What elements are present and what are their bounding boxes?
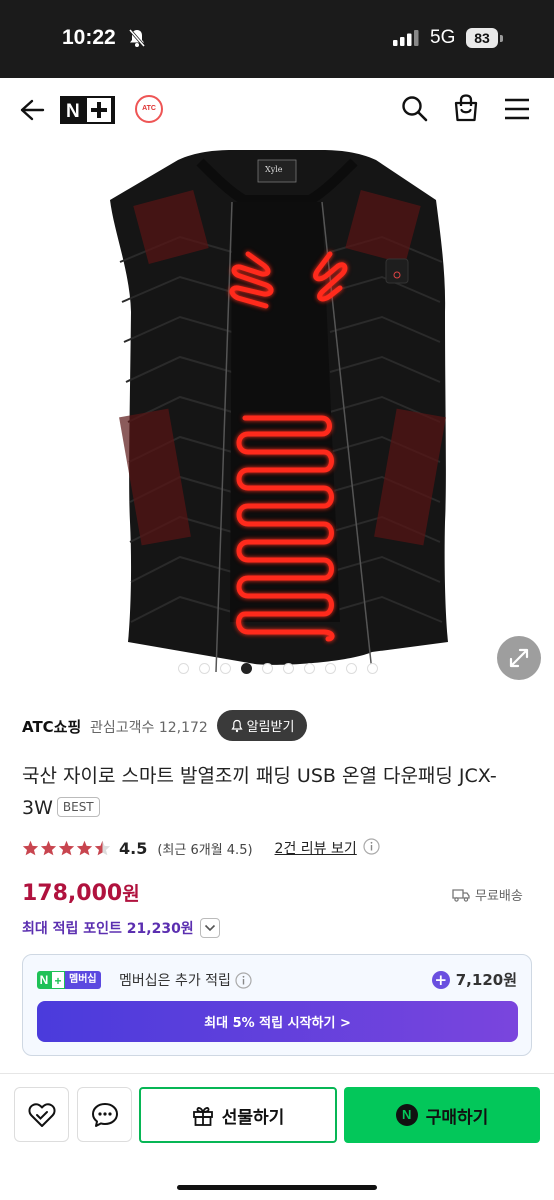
bottom-action-bar: 선물하기 N 구매하기	[0, 1073, 554, 1200]
arrow-left-icon	[20, 99, 45, 121]
carousel-dot[interactable]	[325, 663, 336, 674]
battery-tip	[500, 35, 503, 42]
status-bar: 10:22 5G 83	[0, 0, 554, 78]
carousel-dot[interactable]	[262, 663, 273, 674]
truck-icon	[452, 888, 470, 902]
naver-plus-logo[interactable]: N	[60, 96, 115, 128]
carousel-dot[interactable]	[178, 663, 189, 674]
wishlist-button[interactable]	[14, 1087, 69, 1142]
membership-text: 멤버십은 추가 적립	[119, 970, 252, 990]
gift-icon	[192, 1107, 213, 1126]
badge-n: N	[37, 971, 51, 989]
home-indicator	[177, 1185, 377, 1190]
alarm-label: 알림받기	[246, 720, 295, 735]
svg-text:N: N	[66, 101, 80, 122]
rating-recent: (최근 6개월 4.5)	[157, 842, 253, 858]
signal-icon	[393, 30, 419, 50]
info-icon[interactable]	[363, 837, 380, 859]
membership-text-label: 멤버십은 추가 적립	[119, 973, 231, 989]
membership-box: N + 멤버십 멤버십은 추가 적립 + 7,120원 최대 5% 적립 시작하…	[22, 954, 532, 1056]
cart-button[interactable]	[452, 93, 480, 127]
shopping-bag-icon	[454, 94, 478, 122]
carousel-dot[interactable]	[220, 663, 231, 674]
star-icon	[22, 840, 39, 856]
battery-indicator: 83	[466, 28, 498, 48]
bell-muted-icon	[127, 28, 147, 52]
info-icon[interactable]	[235, 971, 252, 989]
star-half-icon	[94, 840, 111, 856]
carousel-dot[interactable]	[199, 663, 210, 674]
price-unit: 원	[122, 883, 140, 905]
star-icon	[58, 840, 75, 856]
membership-extra-points: + 7,120원	[431, 969, 517, 990]
shipping-label: 무료배송	[475, 889, 523, 904]
product-title-block: 국산 자이로 스마트 발열조끼 패딩 USB 온열 다운패딩 JCX-3W BES…	[22, 760, 522, 824]
buy-label: 구매하기	[425, 1107, 489, 1128]
points-expand-button[interactable]	[199, 918, 220, 938]
points-label: 최대 적립 포인트 21,230원	[22, 921, 194, 937]
buy-button[interactable]: N 구매하기	[344, 1087, 540, 1143]
carousel-dot[interactable]	[283, 663, 294, 674]
interest-count: 관심고객수 12,172	[90, 720, 208, 736]
carousel-dot[interactable]	[367, 663, 378, 674]
max-points[interactable]: 최대 적립 포인트 21,230원	[22, 918, 220, 938]
plus-circle-icon: +	[431, 970, 450, 989]
carousel-dot[interactable]	[346, 663, 357, 674]
naver-plus-membership-badge: N + 멤버십	[37, 971, 101, 989]
carousel-dot[interactable]	[304, 663, 315, 674]
talk-button[interactable]	[77, 1087, 132, 1142]
shop-brand-logo[interactable]: ATC	[135, 95, 163, 123]
star-icon	[40, 840, 57, 856]
status-time: 10:22	[62, 26, 116, 49]
product-image-carousel[interactable]: Xyle	[0, 142, 554, 687]
rating-row: 4.5 (최근 6개월 4.5) 2건 리뷰 보기	[22, 836, 380, 860]
price: 178,000원	[22, 879, 140, 906]
membership-start-button[interactable]: 최대 5% 적립 시작하기 >	[37, 1001, 518, 1042]
naver-pay-icon: N	[395, 1104, 418, 1126]
search-button[interactable]	[400, 94, 428, 126]
hamburger-icon	[505, 98, 529, 120]
price-amount: 178,000	[22, 881, 123, 906]
expand-image-button[interactable]	[497, 636, 541, 680]
best-badge: BEST	[56, 797, 100, 817]
shipping-info: 무료배송	[452, 885, 523, 904]
gift-label: 선물하기	[221, 1107, 285, 1128]
rating-value: 4.5	[119, 838, 148, 858]
gift-button[interactable]: 선물하기	[139, 1087, 337, 1143]
search-icon	[402, 96, 428, 122]
chat-bubble-icon	[91, 1102, 118, 1127]
shop-name[interactable]: ATC쇼핑	[22, 716, 81, 737]
vest-label-text: Xyle	[265, 165, 283, 174]
heart-check-icon	[27, 1102, 56, 1127]
expand-icon	[509, 648, 529, 668]
carousel-dot-active[interactable]	[241, 663, 252, 674]
bell-plus-icon	[230, 719, 243, 732]
rating-stars	[22, 840, 111, 856]
star-icon	[76, 840, 93, 856]
back-button[interactable]	[18, 96, 46, 124]
badge-plus: +	[51, 971, 65, 989]
alarm-subscribe-button[interactable]: 알림받기	[217, 710, 307, 741]
menu-button[interactable]	[503, 97, 531, 125]
chevron-down-icon	[204, 924, 215, 932]
extra-points-value: 7,120원	[455, 971, 517, 989]
review-link[interactable]: 2건 리뷰 보기	[275, 838, 357, 858]
heated-vest-image: Xyle	[110, 150, 448, 673]
badge-label: 멤버십	[65, 971, 101, 989]
network-label: 5G	[430, 27, 456, 48]
